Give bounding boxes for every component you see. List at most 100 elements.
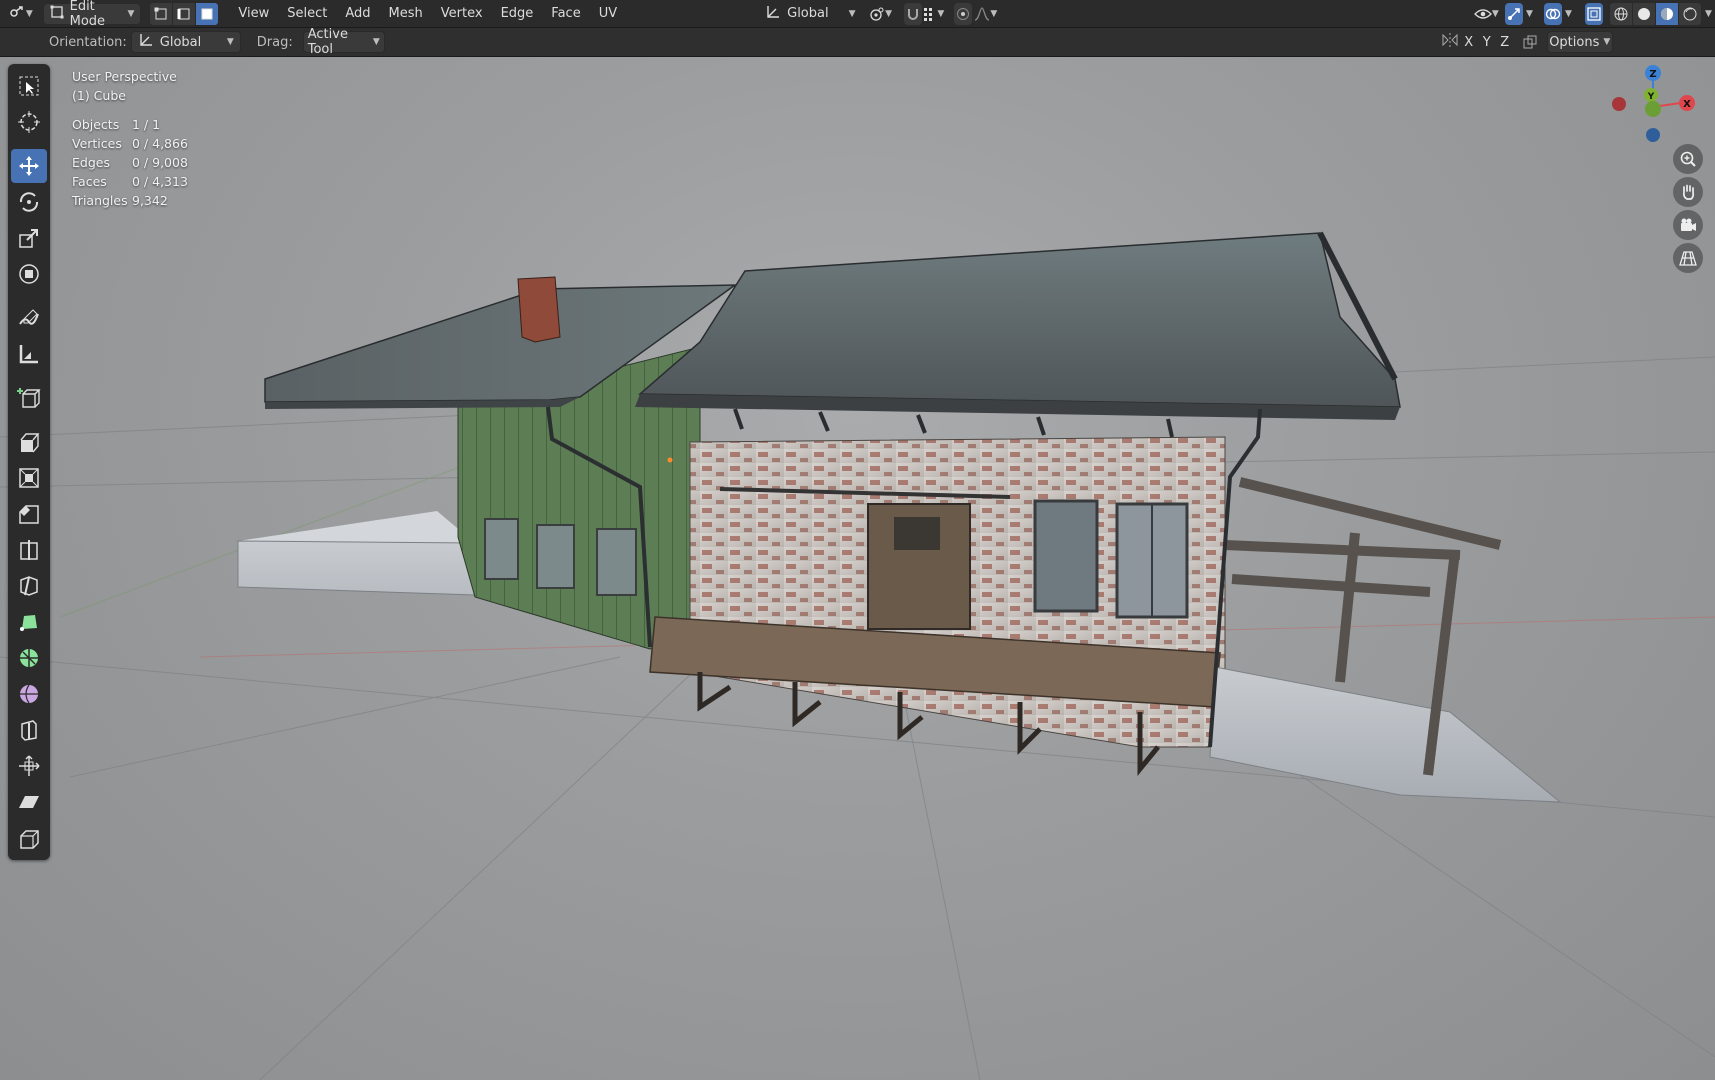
wireframe-shading-button[interactable] bbox=[1608, 1, 1633, 26]
gizmo-dropdown[interactable]: ▼ bbox=[1523, 3, 1536, 25]
snap-toggle[interactable] bbox=[903, 2, 922, 25]
stat-label: Objects bbox=[72, 117, 120, 132]
mirror-y-toggle[interactable]: Y bbox=[1479, 31, 1495, 53]
extrude-icon bbox=[20, 433, 40, 453]
camera-icon bbox=[1681, 218, 1696, 231]
tool-smooth[interactable] bbox=[11, 677, 47, 711]
tool-inset[interactable] bbox=[11, 461, 47, 495]
drag-dropdown[interactable]: Active Tool ▼ bbox=[302, 27, 385, 57]
pivot-point-button[interactable]: ▼ bbox=[868, 3, 894, 25]
overlays-dropdown[interactable]: ▼ bbox=[1562, 3, 1575, 25]
tool-edge-slide[interactable] bbox=[11, 713, 47, 747]
stat-value: 0 / 4,313 bbox=[132, 174, 188, 189]
menu-select[interactable]: Select bbox=[278, 2, 336, 26]
editor-type-icon bbox=[8, 4, 26, 24]
poly-build-icon bbox=[20, 615, 37, 631]
tool-move[interactable] bbox=[11, 149, 47, 183]
transform-orientation-dropdown[interactable]: Global ▼ bbox=[761, 3, 859, 25]
tool-spin[interactable] bbox=[11, 641, 47, 675]
gizmo-icon bbox=[1508, 7, 1520, 20]
tool-poly-build[interactable] bbox=[11, 605, 47, 639]
tool-shear[interactable] bbox=[11, 785, 47, 819]
menu-vertex[interactable]: Vertex bbox=[432, 2, 492, 26]
orientation-dropdown[interactable]: Global ▼ bbox=[130, 31, 241, 53]
visibility-button[interactable]: ▼ bbox=[1472, 3, 1501, 25]
tool-shrink-fatten[interactable] bbox=[11, 749, 47, 783]
tool-annotate[interactable] bbox=[11, 301, 47, 335]
tool-cursor[interactable] bbox=[11, 105, 47, 139]
pan-button[interactable] bbox=[1673, 177, 1703, 207]
inset-icon bbox=[19, 468, 39, 488]
bevel-icon bbox=[19, 505, 39, 524]
material-sphere-icon bbox=[1660, 7, 1673, 20]
magnet-icon bbox=[907, 8, 918, 20]
overlays-icon bbox=[1545, 8, 1561, 19]
mirror-x-toggle[interactable]: X bbox=[1461, 31, 1477, 53]
tool-knife[interactable] bbox=[11, 569, 47, 603]
xray-toggle[interactable] bbox=[1585, 2, 1603, 25]
drag-label: Drag: bbox=[256, 34, 293, 50]
material-preview-button[interactable] bbox=[1654, 1, 1679, 26]
zoom-button[interactable] bbox=[1673, 144, 1703, 174]
chimney bbox=[517, 276, 561, 343]
tool-transform[interactable] bbox=[11, 257, 47, 291]
snap-grid-icon bbox=[924, 7, 933, 21]
gizmo-toggle[interactable] bbox=[1505, 2, 1523, 25]
tool-settings-bar: Orientation: Global ▼ Drag: Active Tool … bbox=[0, 27, 1715, 57]
tool-loop-cut[interactable] bbox=[11, 533, 47, 567]
tool-bevel[interactable] bbox=[11, 497, 47, 531]
add-cube-icon bbox=[17, 388, 41, 408]
tool-measure[interactable] bbox=[11, 337, 47, 371]
knife-icon bbox=[20, 576, 38, 596]
spin-icon bbox=[20, 649, 38, 667]
axis-y-label: Y bbox=[1647, 92, 1655, 102]
stat-label: Vertices bbox=[72, 136, 122, 151]
select-box-icon bbox=[19, 76, 39, 96]
shading-dropdown[interactable]: ▼ bbox=[1702, 3, 1715, 25]
rendered-shading-button[interactable] bbox=[1677, 1, 1702, 26]
menu-edge[interactable]: Edge bbox=[492, 2, 543, 26]
hand-icon bbox=[1682, 184, 1695, 200]
solid-sphere-icon bbox=[1637, 7, 1650, 20]
orientation-value: Global bbox=[159, 34, 202, 50]
camera-view-button[interactable] bbox=[1673, 210, 1703, 240]
options-dropdown[interactable]: Options ▼ bbox=[1546, 31, 1613, 53]
proportional-edit-toggle[interactable] bbox=[954, 2, 972, 25]
menu-uv[interactable]: UV bbox=[590, 2, 626, 26]
edge-select-button[interactable] bbox=[172, 1, 197, 26]
cursor-icon bbox=[18, 111, 40, 133]
tool-rotate[interactable] bbox=[11, 185, 47, 219]
vertex-select-button[interactable] bbox=[149, 1, 174, 26]
tool-rip-region[interactable] bbox=[11, 821, 47, 855]
mirror-z-toggle[interactable]: Z bbox=[1497, 31, 1513, 53]
menu-face[interactable]: Face bbox=[542, 2, 589, 26]
mode-selector[interactable]: Edit Mode ▼ bbox=[42, 0, 142, 29]
menu-view[interactable]: View bbox=[229, 2, 278, 26]
tool-add-cube[interactable] bbox=[11, 381, 47, 415]
proportional-falloff-button[interactable]: ▼ bbox=[972, 3, 1000, 25]
axis-neg-x-handle bbox=[1612, 97, 1626, 111]
menu-mesh[interactable]: Mesh bbox=[380, 2, 432, 26]
overlays-toggle[interactable] bbox=[1544, 2, 1562, 25]
edge-select-icon bbox=[177, 8, 190, 19]
tool-scale[interactable] bbox=[11, 221, 47, 255]
chevron-down-icon: ▼ bbox=[372, 37, 380, 47]
face-select-button[interactable] bbox=[195, 1, 220, 26]
3d-viewport[interactable]: User Perspective (1) Cube Objects 1 / 1 … bbox=[0, 57, 1715, 1080]
chevron-down-icon: ▼ bbox=[848, 8, 856, 19]
tool-extrude[interactable] bbox=[11, 425, 47, 459]
axis-gizmo[interactable]: Z X Y bbox=[1595, 57, 1715, 157]
orientation-label: Orientation: bbox=[49, 34, 127, 50]
eye-icon bbox=[1473, 8, 1492, 19]
snap-target-button[interactable]: ▼ bbox=[922, 3, 946, 25]
tool-select-box[interactable] bbox=[11, 69, 47, 103]
rotate-icon bbox=[19, 192, 39, 212]
proportional-edit-icon bbox=[957, 7, 969, 20]
perspective-toggle-button[interactable] bbox=[1673, 243, 1703, 273]
solid-shading-button[interactable] bbox=[1631, 1, 1656, 26]
tool-shelf bbox=[8, 64, 50, 860]
editor-type-button[interactable]: ▼ bbox=[4, 3, 37, 25]
menu-add[interactable]: Add bbox=[336, 2, 379, 26]
auto-merge-button[interactable] bbox=[1519, 31, 1541, 53]
xray-icon bbox=[1587, 6, 1601, 21]
